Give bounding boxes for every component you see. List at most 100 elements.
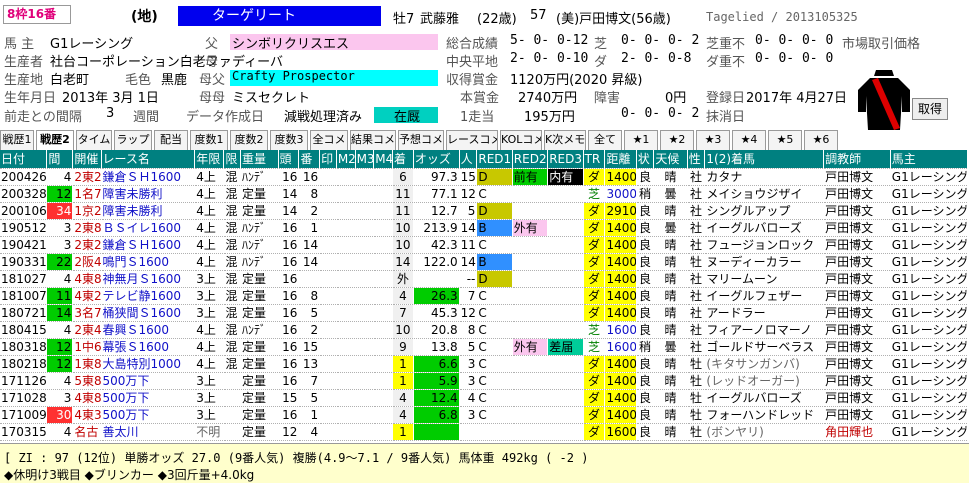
table-cell: 良: [636, 168, 655, 186]
tab-20[interactable]: ★6: [804, 130, 838, 150]
birthplace: 白老町: [50, 73, 90, 88]
table-cell: [355, 287, 375, 305]
table-cell: 1: [392, 355, 414, 373]
table-cell: 定量: [240, 423, 279, 441]
tab-7[interactable]: 度数3: [270, 130, 308, 150]
tab-0[interactable]: 戦歴1: [0, 130, 34, 150]
table-cell: [373, 236, 394, 254]
column-header[interactable]: 馬主: [890, 150, 969, 169]
first-money: 195万円: [524, 110, 575, 125]
column-header[interactable]: M3: [355, 150, 375, 169]
table-cell: 定量: [240, 406, 279, 424]
column-header[interactable]: 印: [319, 150, 337, 169]
table-cell: 1400: [604, 287, 637, 305]
column-header[interactable]: M2: [336, 150, 356, 169]
table-row[interactable]: 171126 4 5東8 500万下 3上 定量 16 7 1 5.9 3 C ダ 1400 良晴牡 (レッド…: [0, 372, 969, 390]
table-cell: [319, 236, 337, 254]
column-header[interactable]: 着: [392, 150, 414, 169]
table-cell: 5: [298, 389, 321, 407]
table-cell: G1レーシング: [890, 270, 969, 288]
column-header[interactable]: レース名: [101, 150, 196, 169]
table-row[interactable]: 200328 12 1名7 障害未勝利 4上混定量 14 8 11 77.1 12 C 芝 3000 稍曇…: [0, 185, 969, 203]
column-header[interactable]: 限: [223, 150, 242, 169]
table-cell: 鎌倉ＳＨ1600: [101, 236, 196, 254]
tab-13[interactable]: K次メモ: [544, 130, 586, 150]
table-row[interactable]: 180415 4 2東4 春興Ｓ1600 4上混ﾊﾝﾃﾞ 16 2 10 20.8 8 C 芝 1600…: [0, 321, 969, 339]
table-row[interactable]: 190421 3 2東2 鎌倉ＳＨ1600 4上混ﾊﾝﾃﾞ 16 14 10 42.3 11 C ダ 1…: [0, 236, 969, 254]
table-cell: [373, 355, 394, 373]
tab-10[interactable]: 予想コメ: [398, 130, 444, 150]
column-header[interactable]: オッズ: [413, 150, 460, 169]
tab-5[interactable]: 度数1: [190, 130, 228, 150]
table-cell: 11: [459, 236, 478, 254]
table-cell: ダ: [583, 253, 606, 271]
table-cell: 定量: [240, 338, 279, 356]
column-header[interactable]: 重量: [240, 150, 279, 169]
tab-8[interactable]: 全コメ: [310, 130, 348, 150]
column-header[interactable]: RED1: [476, 150, 513, 169]
tab-2[interactable]: タイム: [76, 130, 112, 150]
table-row[interactable]: 200426 4 2東2 鎌倉ＳＨ1600 4上混ﾊﾝﾃﾞ 16 16 6 97.3 15 D 前有内…: [0, 168, 969, 186]
tab-18[interactable]: ★4: [732, 130, 766, 150]
table-row[interactable]: 190331 22 2阪4 鳴門Ｓ1600 4上混ﾊﾝﾃﾞ 16 14 14 122.0 14 B ダ…: [0, 253, 969, 271]
column-header[interactable]: 開催: [72, 150, 102, 169]
column-header[interactable]: TR: [583, 150, 606, 169]
table-cell: 良: [636, 423, 655, 441]
table-cell: 4: [46, 270, 74, 288]
table-cell: 名古: [72, 423, 102, 441]
column-header[interactable]: 間: [46, 150, 74, 169]
tab-6[interactable]: 度数2: [230, 130, 268, 150]
table-cell: [319, 372, 337, 390]
column-header[interactable]: 日付: [0, 150, 48, 169]
get-button[interactable]: 取得: [912, 98, 948, 120]
table-row[interactable]: 180721 14 3名7 桶狭間Ｓ1600 3上混定量 16 5 7 45.3 12 C ダ 1400…: [0, 304, 969, 322]
column-header[interactable]: 頭: [278, 150, 300, 169]
table-row[interactable]: 200106 34 1京2 障害未勝利 4上混定量 14 2 11 12.7 5 D ダ 2910 良晴社…: [0, 202, 969, 220]
table-cell: 内有: [547, 168, 584, 186]
tab-19[interactable]: ★5: [768, 130, 802, 150]
tab-9[interactable]: 結果コメ: [350, 130, 396, 150]
table-cell: 牡: [687, 423, 706, 441]
column-header[interactable]: 調教師: [823, 150, 891, 169]
tab-12[interactable]: KOLコメ: [500, 130, 542, 150]
table-cell: 戸田博文: [823, 355, 891, 373]
column-header[interactable]: 人: [459, 150, 478, 169]
table-cell: 5: [459, 202, 478, 220]
table-cell: B: [476, 253, 513, 271]
table-row[interactable]: 170315 4 名古 善太川 不明 定量 12 4 1 ダ 1600 良晴牡 (ボンヤリ) 角田輝也 G1…: [0, 423, 969, 441]
table-cell: [512, 236, 549, 254]
column-header[interactable]: 状: [636, 150, 655, 169]
table-cell: [355, 253, 375, 271]
tab-4[interactable]: 配当: [154, 130, 188, 150]
column-header[interactable]: M4: [373, 150, 394, 169]
table-row[interactable]: 181027 4 4東8 神無月Ｓ1600 3上混定量 16 外 -- D ダ 1400 良晴社マリー…: [0, 270, 969, 288]
column-header[interactable]: 番: [298, 150, 321, 169]
table-cell: 26.3: [413, 287, 460, 305]
column-header[interactable]: 性: [687, 150, 706, 169]
table-row[interactable]: 180218 12 1東8 大島特別1000 4上混定量 16 13 1 6.6 3 C ダ 1400 良…: [0, 355, 969, 373]
table-cell: 1400: [604, 406, 637, 424]
tab-11[interactable]: レースコメ: [446, 130, 498, 150]
column-header[interactable]: 距離: [604, 150, 637, 169]
column-header[interactable]: 天候: [653, 150, 688, 169]
table-row[interactable]: 171028 3 4東8 500万下 3上 定量 15 5 4 12.4 4 C ダ 1400 良晴牡イーグ…: [0, 389, 969, 407]
column-header[interactable]: 1(2)着馬: [704, 150, 825, 169]
table-row[interactable]: 181007 11 4東2 テレビ静1600 3上混定量 16 8 4 26.3 7 C ダ 1400 良…: [0, 287, 969, 305]
table-row[interactable]: 190512 3 2東8 ＢＳイレ1600 4上混ﾊﾝﾃﾞ 16 1 10 213.9 14 B 外有…: [0, 219, 969, 237]
column-header[interactable]: RED2: [512, 150, 549, 169]
table-row[interactable]: 180318 12 1中6 幕張Ｓ1600 4上混定量 16 15 9 13.8 5 C 外有 差届芝 1…: [0, 338, 969, 356]
table-cell: 3: [46, 389, 74, 407]
tab-17[interactable]: ★3: [696, 130, 730, 150]
tab-15[interactable]: ★1: [624, 130, 658, 150]
tab-1[interactable]: 戦歴2: [36, 130, 74, 150]
tab-16[interactable]: ★2: [660, 130, 694, 150]
tab-14[interactable]: 全て: [588, 130, 622, 150]
table-row[interactable]: 171009 30 4東3 500万下 3上 定量 16 1 4 6.8 3 C ダ 1400 良晴牡フォー…: [0, 406, 969, 424]
column-header[interactable]: RED3: [547, 150, 584, 169]
column-header[interactable]: 年限: [194, 150, 225, 169]
tab-3[interactable]: ラップ: [114, 130, 152, 150]
table-cell: 戸田博文: [823, 185, 891, 203]
birthday: 2013年 3月 1日: [62, 91, 159, 106]
table-cell: 戸田博文: [823, 372, 891, 390]
table-cell: 良: [636, 202, 655, 220]
